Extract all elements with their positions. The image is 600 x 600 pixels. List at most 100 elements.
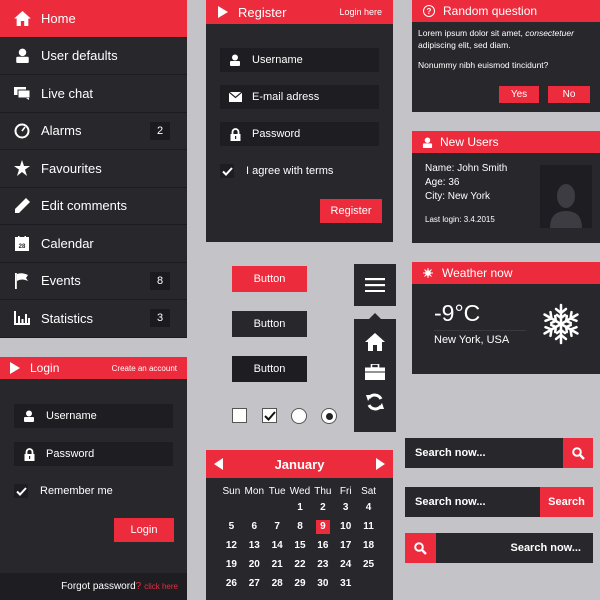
hamburger-menu-button[interactable]: [354, 264, 396, 306]
calendar-day[interactable]: 8: [289, 517, 312, 536]
calendar-day[interactable]: 13: [243, 536, 266, 555]
register-button[interactable]: Register: [320, 199, 382, 223]
calendar-day[interactable]: 4: [357, 498, 380, 517]
register-email-field[interactable]: E-mail adress: [220, 85, 379, 109]
calendar-day[interactable]: 18: [357, 536, 380, 555]
sidebar-item-user-defaults[interactable]: User defaults: [0, 38, 187, 75]
red-button[interactable]: Button: [232, 266, 307, 292]
calendar-day[interactable]: 12: [220, 536, 243, 555]
login-username-field[interactable]: Username: [14, 404, 173, 428]
avatar: [540, 165, 592, 228]
forgot-password-text: Forgot password: [61, 581, 136, 592]
search-button-1[interactable]: [563, 438, 593, 468]
checkbox-unchecked[interactable]: [232, 408, 247, 423]
calendar-day[interactable]: 26: [220, 574, 243, 593]
weekday-label: Thu: [314, 485, 332, 497]
sidebar-item-live-chat[interactable]: Live chat: [0, 75, 187, 113]
calendar-day[interactable]: 5: [220, 517, 243, 536]
sidebar-item-home[interactable]: Home: [0, 0, 187, 38]
calendar-day[interactable]: 3: [334, 498, 357, 517]
sidebar-item-favourites[interactable]: Favourites: [0, 150, 187, 188]
radio-unselected[interactable]: [291, 408, 307, 424]
check-icon: [15, 486, 27, 496]
calendar-day[interactable]: 2: [311, 498, 334, 517]
next-month-arrow-icon[interactable]: [376, 458, 385, 470]
calendar-day[interactable]: 14: [266, 536, 289, 555]
calendar-day[interactable]: 16: [311, 536, 334, 555]
search-input-2[interactable]: Search now...: [415, 496, 540, 508]
calendar-empty-cell: [266, 498, 289, 517]
sidebar-item-calendar[interactable]: 28 Calendar: [0, 225, 187, 263]
search-bar-1: Search now...: [405, 438, 593, 468]
agree-terms-checkbox[interactable]: [220, 164, 234, 178]
click-here-link[interactable]: click here: [144, 582, 178, 591]
calendar-day[interactable]: 28: [266, 574, 289, 593]
calendar-day[interactable]: 29: [289, 574, 312, 593]
play-icon: [218, 6, 228, 18]
register-username-placeholder: Username: [252, 54, 303, 66]
sidebar-item-alarms[interactable]: Alarms 2: [0, 113, 187, 150]
darker-button[interactable]: Button: [232, 356, 307, 382]
search-icon: [414, 541, 427, 555]
calendar-day[interactable]: 15: [289, 536, 312, 555]
dark-button[interactable]: Button: [232, 311, 307, 337]
new-users-header: New Users: [412, 131, 600, 153]
calendar-day[interactable]: 25: [357, 555, 380, 574]
sidebar-item-edit-comments[interactable]: Edit comments: [0, 188, 187, 225]
calendar-day[interactable]: 19: [220, 555, 243, 574]
login-here-link[interactable]: Login here: [339, 7, 382, 17]
yes-button[interactable]: Yes: [499, 86, 539, 103]
calendar-day[interactable]: 1: [289, 498, 312, 517]
login-password-field[interactable]: Password: [14, 442, 173, 466]
calendar-day[interactable]: 31: [334, 574, 357, 593]
calendar-day[interactable]: 11: [357, 517, 380, 536]
calendar-day[interactable]: 23: [311, 555, 334, 574]
calendar-day-number: 27: [248, 578, 260, 589]
create-account-link[interactable]: Create an account: [112, 364, 177, 373]
calendar-day[interactable]: 20: [243, 555, 266, 574]
no-button[interactable]: No: [548, 86, 590, 103]
refresh-icon[interactable]: [365, 392, 385, 412]
weekday-label: Sun: [222, 485, 241, 497]
sidebar-item-statistics[interactable]: Statistics 3: [0, 300, 187, 338]
sidebar-item-events[interactable]: Events 8: [0, 263, 187, 300]
login-button[interactable]: Login: [114, 518, 174, 542]
count-badge: 8: [150, 271, 170, 290]
register-email-placeholder: E-mail adress: [252, 91, 320, 103]
remember-me-row: Remember me: [14, 484, 113, 498]
home-icon[interactable]: [365, 333, 385, 351]
calendar-day-number: 26: [225, 578, 237, 589]
login-password-placeholder: Password: [46, 448, 95, 460]
sidebar-item-label: User defaults: [41, 48, 118, 64]
checkbox-checked[interactable]: [262, 408, 277, 423]
search-bar-3: Search now...: [405, 533, 593, 563]
register-username-field[interactable]: Username: [220, 48, 379, 72]
calendar-day[interactable]: 9: [311, 517, 334, 536]
radio-selected[interactable]: [321, 408, 337, 424]
search-button-3[interactable]: [405, 533, 436, 563]
calendar-empty-cell: [357, 574, 380, 593]
calendar-day[interactable]: 17: [334, 536, 357, 555]
calendar-day[interactable]: 7: [266, 517, 289, 536]
sidebar-item-label: Favourites: [41, 160, 102, 176]
calendar-day[interactable]: 22: [289, 555, 312, 574]
calendar-day-number: 25: [363, 559, 375, 570]
sidebar-item-label: Live chat: [41, 85, 94, 101]
calendar-day[interactable]: 27: [243, 574, 266, 593]
search-input-1[interactable]: Search now...: [415, 447, 563, 459]
search-button-2[interactable]: Search: [540, 487, 593, 517]
pencil-icon: [13, 197, 31, 215]
calendar-day-number: 9: [315, 519, 330, 534]
calendar-day[interactable]: 21: [266, 555, 289, 574]
calendar-day[interactable]: 6: [243, 517, 266, 536]
remember-me-checkbox[interactable]: [14, 484, 28, 498]
calendar-day[interactable]: 10: [334, 517, 357, 536]
calendar-day-number: 21: [271, 559, 283, 570]
briefcase-icon[interactable]: [365, 364, 385, 380]
calendar-day[interactable]: 30: [311, 574, 334, 593]
sidebar-item-label: Calendar: [41, 235, 94, 251]
prev-month-arrow-icon[interactable]: [214, 458, 223, 470]
search-input-3[interactable]: Search now...: [436, 542, 593, 554]
calendar-day[interactable]: 24: [334, 555, 357, 574]
register-password-field[interactable]: Password: [220, 122, 379, 146]
